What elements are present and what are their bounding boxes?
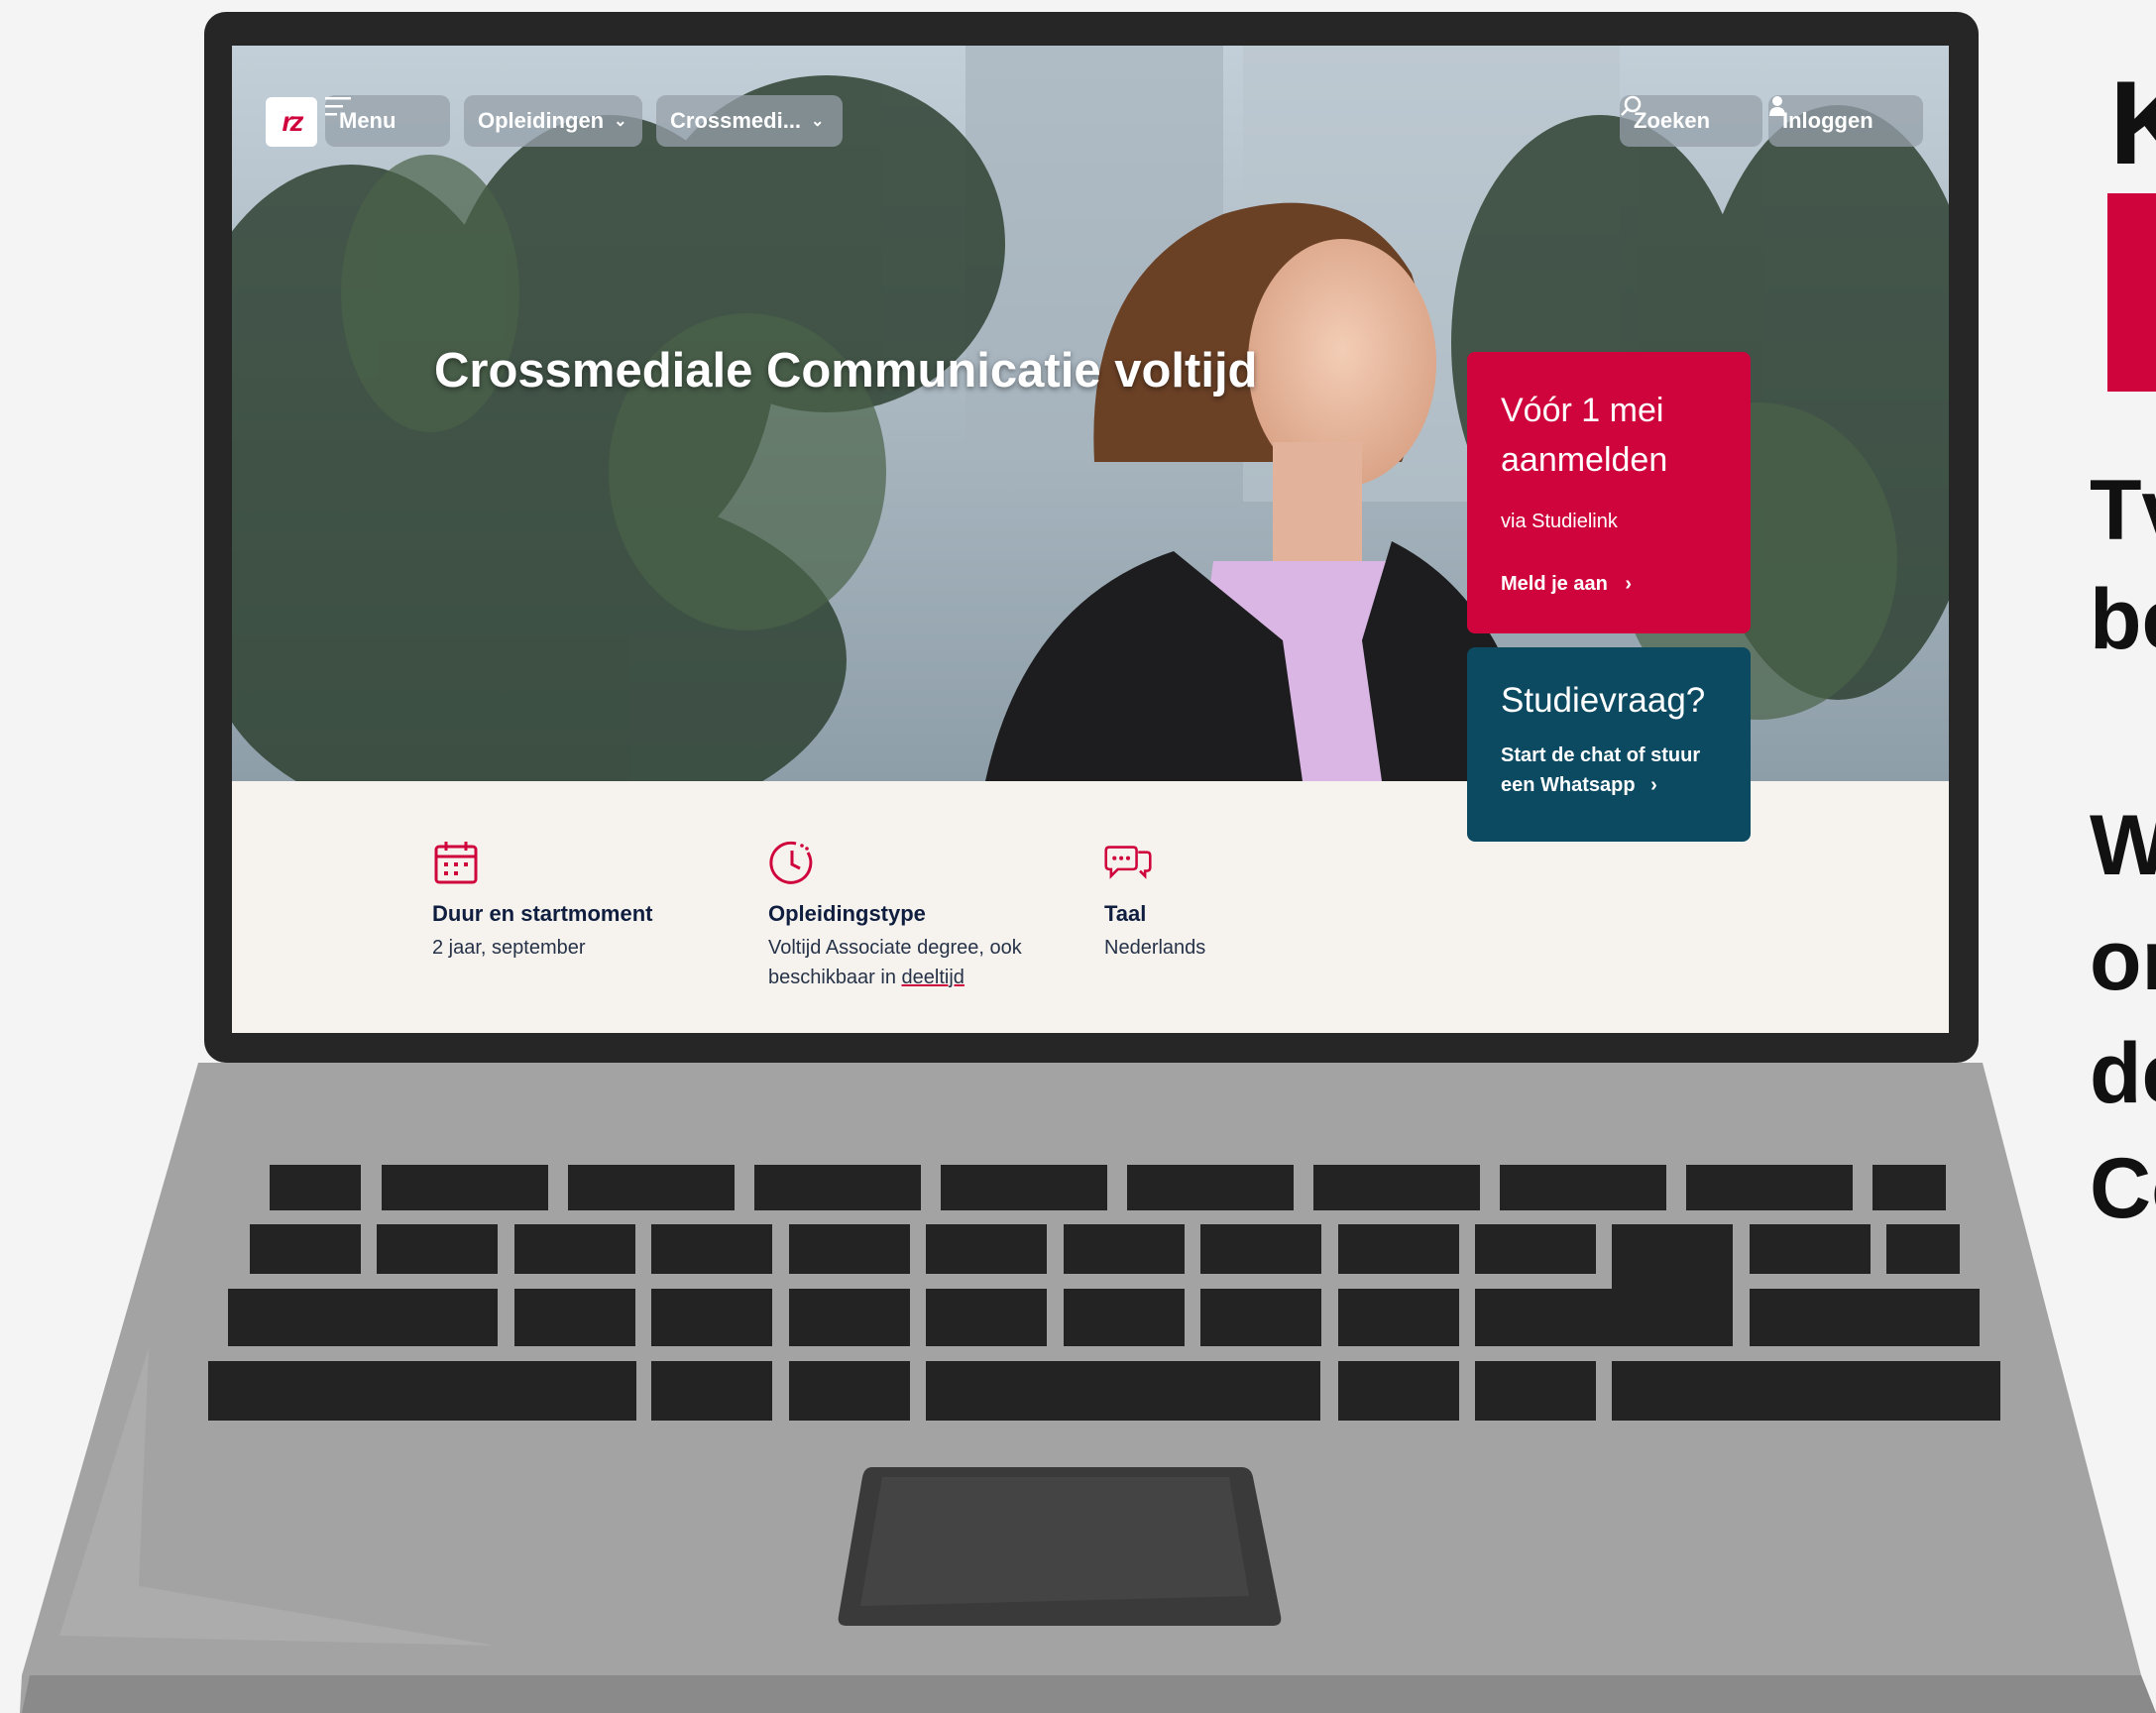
login-button[interactable]: Inloggen <box>1768 95 1923 147</box>
type-value: Voltijd Associate degree, ook beschikbaa… <box>768 933 1046 992</box>
type-label: Opleidingstype <box>768 901 926 926</box>
logo[interactable]: rz <box>266 97 317 147</box>
info-type: Opleidingstype Voltijd Associate degree,… <box>768 839 1046 992</box>
language-value: Nederlands <box>1104 937 1206 959</box>
calendar-icon <box>434 842 478 884</box>
study-question-card[interactable]: Studievraag? Start de chat of stuur een … <box>1467 647 1751 842</box>
duration-value: 2 jaar, september <box>432 937 586 959</box>
search-icon <box>1621 95 1642 116</box>
deeltijd-link[interactable]: deeltijd <box>902 967 965 988</box>
apply-subtitle: via Studielink <box>1501 511 1618 532</box>
chevron-down-icon: ⌄ <box>614 113 627 130</box>
crossmedia-dropdown[interactable]: Crossmedi... ⌄ <box>656 95 843 147</box>
apply-link[interactable]: Meld je aan › <box>1501 573 1717 596</box>
chevron-right-icon: › <box>1650 774 1657 796</box>
duration-label: Duur en startmoment <box>432 901 653 926</box>
study-question-heading: Studievraag? <box>1501 681 1706 720</box>
user-icon <box>1769 96 1785 116</box>
language-label: Taal <box>1104 901 1147 926</box>
logo-icon: rz <box>282 106 304 137</box>
top-nav: rz Menu Opleidingen ⌄ Crossmedi... ⌄ Zoe… <box>232 46 1949 165</box>
type-value-text: Voltijd Associate degree, ook beschikbaa… <box>768 937 1022 988</box>
search-button[interactable]: Zoeken <box>1620 95 1762 147</box>
chat-link-label: Start de chat of stuur een Whatsapp <box>1501 744 1701 796</box>
search-label: Zoeken <box>1634 108 1711 133</box>
website-screen: rz Menu Opleidingen ⌄ Crossmedi... ⌄ Zoe… <box>232 46 1949 1033</box>
login-label: Inloggen <box>1782 108 1873 133</box>
apply-link-label: Meld je aan <box>1501 573 1608 595</box>
clock-icon <box>769 841 813 884</box>
apply-card[interactable]: Vóór 1 mei aanmelden via Studielink Meld… <box>1467 352 1751 633</box>
apply-heading-line2: aanmelden <box>1501 441 1668 479</box>
chevron-down-icon: ⌄ <box>811 113 825 130</box>
hamburger-icon <box>325 97 351 116</box>
crossmedia-label: Crossmedi... <box>670 108 802 133</box>
chevron-right-icon: › <box>1625 573 1633 595</box>
chat-bubbles-icon <box>1104 846 1152 879</box>
info-duration: Duur en startmoment 2 jaar, september <box>432 839 710 963</box>
opleidingen-dropdown[interactable]: Opleidingen ⌄ <box>464 95 642 147</box>
opleidingen-label: Opleidingen <box>478 108 605 133</box>
apply-heading-line1: Vóór 1 mei <box>1501 392 1664 429</box>
hero-title: Crossmediale Communicatie voltijd <box>434 344 1258 398</box>
menu-button[interactable]: Menu <box>325 95 450 147</box>
chat-link[interactable]: Start de chat of stuur een Whatsapp › <box>1501 741 1719 800</box>
info-language: Taal Nederlands <box>1104 839 1382 963</box>
